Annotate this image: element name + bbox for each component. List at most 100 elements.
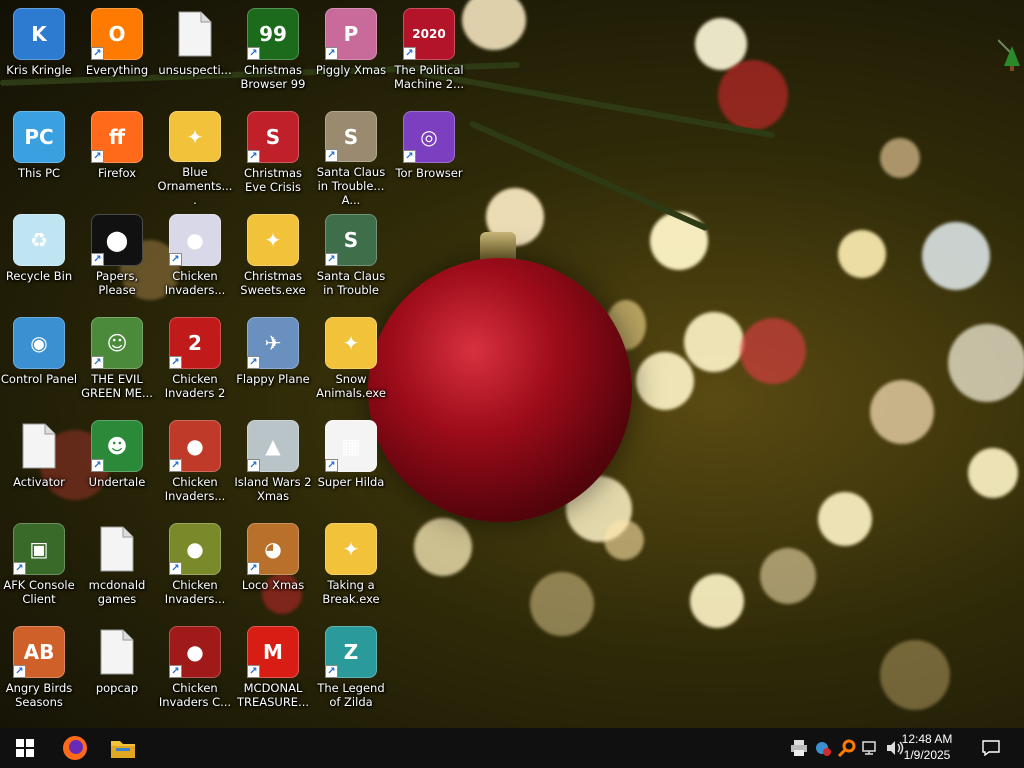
desktop-icon-label: This PC	[17, 166, 61, 180]
desktop-icon-chicken-invaders-1[interactable]: ● ↗ Chicken Invaders...	[156, 210, 234, 310]
desktop-icon-activator[interactable]: Activator	[0, 416, 78, 516]
shortcut-arrow-icon: ↗	[247, 150, 260, 163]
shortcut-arrow-icon: ↗	[325, 253, 338, 266]
windows-start-icon[interactable]	[2, 728, 48, 768]
desktop-icon-label: mcdonald games	[88, 578, 146, 606]
shortcut-arrow-icon: ↗	[247, 356, 260, 369]
desktop-icon-label: The Political Machine 2...	[393, 63, 465, 91]
desktop-icon-tor-browser[interactable]: ◎ ↗ Tor Browser	[390, 107, 468, 207]
desktop-icon-label: Chicken Invaders C...	[158, 681, 232, 709]
desktop-icon-firefox[interactable]: ff ↗ Firefox	[78, 107, 156, 207]
mcdonal-treasure-icon: M ↗	[247, 626, 299, 678]
mcdonald-games-icon	[91, 523, 143, 575]
desktop-icon-santa-claus-trouble-a[interactable]: S ↗ Santa Claus in Trouble... A...	[312, 107, 390, 207]
santa-claus-trouble-icon: S ↗	[325, 214, 377, 266]
tree-icon[interactable]	[997, 38, 1022, 72]
desktop-icon-snow-animals[interactable]: ✦ Snow Animals.exe	[312, 313, 390, 413]
clock-date: 1/9/2025	[903, 748, 951, 762]
shortcut-arrow-icon: ↗	[325, 149, 338, 162]
desktop-icon-undertale[interactable]: ☻ ↗ Undertale	[78, 416, 156, 516]
desktop-icon-label: Activator	[13, 475, 65, 489]
island-wars-2-xmas-icon: ▲ ↗	[247, 420, 299, 472]
desktop-icon-unsuspecti[interactable]: unsuspecti...	[156, 4, 234, 104]
desktop-icon-santa-claus-trouble[interactable]: S ↗ Santa Claus in Trouble	[312, 210, 390, 310]
angry-birds-seasons-icon: AB ↗	[13, 626, 65, 678]
desktop-icon-label: Taking a Break.exe	[322, 578, 380, 606]
desktop-icon-label: Blue Ornaments....	[157, 165, 233, 207]
desktop-icon-christmas-eve-crisis[interactable]: S ↗ Christmas Eve Crisis	[234, 107, 312, 207]
unsuspecti-icon	[169, 8, 221, 60]
desktop-icon-kris-kringle[interactable]: K Kris Kringle	[0, 4, 78, 104]
desktop-icon-popcap[interactable]: popcap	[78, 622, 156, 722]
activator-icon	[13, 420, 65, 472]
desktop-icon-afk-console-client[interactable]: ▣ ↗ AFK Console Client	[0, 519, 78, 619]
shortcut-arrow-icon: ↗	[91, 459, 104, 472]
shortcut-arrow-icon: ↗	[325, 665, 338, 678]
app-tray-icon[interactable]	[813, 738, 833, 758]
taskbar-clock[interactable]: 12:48 AM 1/9/2025	[892, 731, 962, 763]
papers-please-icon: ⬤ ↗	[91, 214, 143, 266]
desktop-icon-taking-a-break[interactable]: ✦ Taking a Break.exe	[312, 519, 390, 619]
desktop-icon-chicken-invaders-3[interactable]: ● ↗ Chicken Invaders...	[156, 416, 234, 516]
the-evil-green-icon: ☺ ↗	[91, 317, 143, 369]
kris-kringle-icon: K	[13, 8, 65, 60]
firefox-icon: ff ↗	[91, 111, 143, 163]
desktop-icon-label: Everything	[85, 63, 149, 77]
shortcut-arrow-icon: ↗	[325, 47, 338, 60]
desktop-icon-flappy-plane[interactable]: ✈ ↗ Flappy Plane	[234, 313, 312, 413]
shortcut-arrow-icon: ↗	[13, 562, 26, 575]
printer-icon[interactable]	[789, 738, 809, 758]
desktop-icon-label: unsuspecti...	[158, 63, 232, 77]
desktop-icon-christmas-browser-99[interactable]: 99 ↗ Christmas Browser 99	[234, 4, 312, 104]
desktop-icon-label: Super Hilda	[317, 475, 385, 489]
shortcut-arrow-icon: ↗	[169, 356, 182, 369]
shortcut-arrow-icon: ↗	[247, 562, 260, 575]
desktop-icon-label: Kris Kringle	[6, 63, 72, 77]
shortcut-arrow-icon: ↗	[247, 665, 260, 678]
desktop-icon-label: Loco Xmas	[241, 578, 305, 592]
desktop-icon-mcdonald-games[interactable]: mcdonald games	[78, 519, 156, 619]
notification-icon[interactable]	[968, 728, 1014, 768]
shortcut-arrow-icon: ↗	[247, 47, 260, 60]
shortcut-arrow-icon: ↗	[169, 459, 182, 472]
christmas-eve-crisis-icon: S ↗	[247, 111, 299, 163]
desktop-icon-recycle-bin[interactable]: ♻ Recycle Bin	[0, 210, 78, 310]
desktop-icon-label: Snow Animals.exe	[316, 372, 386, 400]
desktop-icon-label: The Legend of Zilda	[317, 681, 385, 709]
chicken-invaders-2-icon: 2 ↗	[169, 317, 221, 369]
desktop-icon-political-machine[interactable]: 2020 ↗ The Political Machine 2...	[390, 4, 468, 104]
desktop-icon-legend-of-zilda[interactable]: Z ↗ The Legend of Zilda	[312, 622, 390, 722]
tor-browser-icon: ◎ ↗	[403, 111, 455, 163]
desktop-icon-chicken-invaders-c[interactable]: ● ↗ Chicken Invaders C...	[156, 622, 234, 722]
desktop-icon-chicken-invaders-2[interactable]: 2 ↗ Chicken Invaders 2	[156, 313, 234, 413]
desktop-icon-label: popcap	[95, 681, 139, 695]
desktop-icon-chicken-invaders-4[interactable]: ● ↗ Chicken Invaders...	[156, 519, 234, 619]
desktop-icon-the-evil-green[interactable]: ☺ ↗ THE EVIL GREEN ME...	[78, 313, 156, 413]
desktop-icon-mcdonal-treasure[interactable]: M ↗ MCDONAL TREASURE...	[234, 622, 312, 722]
desktop-icon-everything[interactable]: O ↗ Everything	[78, 4, 156, 104]
desktop-icon-christmas-sweets[interactable]: ✦ Christmas Sweets.exe	[234, 210, 312, 310]
desktop-icon-angry-birds-seasons[interactable]: AB ↗ Angry Birds Seasons	[0, 622, 78, 722]
search-everything-icon[interactable]	[837, 738, 857, 758]
desktop-icon-label: AFK Console Client	[3, 578, 75, 606]
desktop-icon-island-wars-2-xmas[interactable]: ▲ ↗ Island Wars 2 Xmas	[234, 416, 312, 516]
flappy-plane-icon: ✈ ↗	[247, 317, 299, 369]
firefox-taskbar-icon[interactable]	[52, 728, 98, 768]
this-pc-icon: PC	[13, 111, 65, 163]
desktop-icon-label: Papers, Please	[95, 269, 139, 297]
desktop-icon-control-panel[interactable]: ◉ Control Panel	[0, 313, 78, 413]
desktop-icon-piggly-xmas[interactable]: P ↗ Piggly Xmas	[312, 4, 390, 104]
desktop-icon-this-pc[interactable]: PC This PC	[0, 107, 78, 207]
desktop-icon-papers-please[interactable]: ⬤ ↗ Papers, Please	[78, 210, 156, 310]
undertale-icon: ☻ ↗	[91, 420, 143, 472]
desktop-icon-super-hilda[interactable]: ▦ ↗ Super Hilda	[312, 416, 390, 516]
desktop-icon-label: MCDONAL TREASURE...	[236, 681, 310, 709]
desktop-icon-label: THE EVIL GREEN ME...	[81, 372, 153, 400]
network-icon[interactable]	[861, 738, 881, 758]
piggly-xmas-icon: P ↗	[325, 8, 377, 60]
file-explorer-taskbar-icon[interactable]	[100, 728, 146, 768]
desktop-icon-label: Flappy Plane	[236, 372, 310, 386]
desktop-icon-loco-xmas[interactable]: ◕ ↗ Loco Xmas	[234, 519, 312, 619]
desktop-icon-blue-ornaments[interactable]: ✦ Blue Ornaments....	[156, 107, 234, 207]
santa-claus-trouble-a-icon: S ↗	[325, 111, 377, 162]
